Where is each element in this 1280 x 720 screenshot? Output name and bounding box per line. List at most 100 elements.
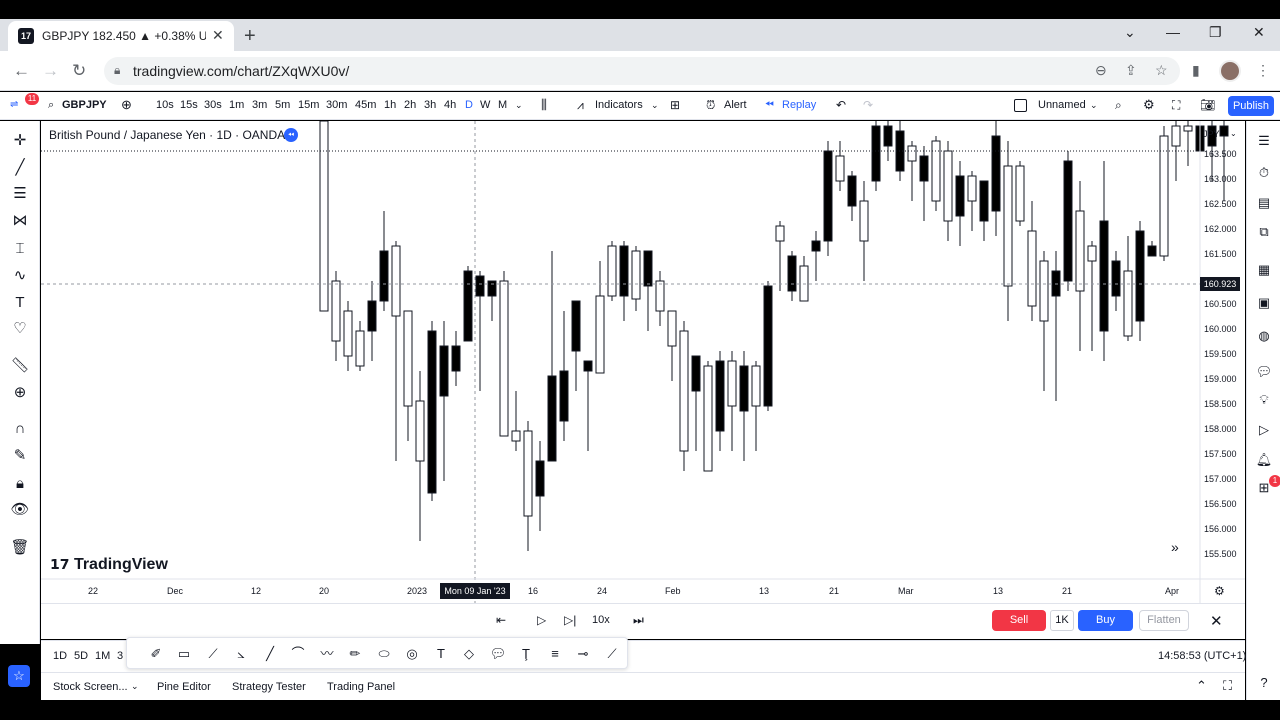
tab-trading-panel[interactable]: Trading Panel bbox=[327, 681, 395, 693]
interval-30m[interactable]: 30m bbox=[326, 99, 347, 111]
scroll-to-realtime-icon[interactable]: » bbox=[1171, 539, 1179, 555]
reload-icon[interactable]: ↻ bbox=[72, 61, 86, 81]
close-replay-icon[interactable]: ✕ bbox=[1210, 612, 1223, 630]
brush-icon[interactable]: ∿ bbox=[10, 266, 30, 286]
range-1d[interactable]: 1D bbox=[53, 650, 67, 662]
indicators-button[interactable]: Indicators bbox=[595, 99, 643, 111]
alert-button[interactable]: Alert bbox=[724, 99, 747, 111]
trend-line-icon[interactable]: ╱ bbox=[10, 158, 30, 178]
select-bar-icon[interactable]: ⇤ bbox=[496, 613, 506, 627]
chart-type-candles-icon[interactable]: ⫼ bbox=[541, 97, 547, 113]
quick-search-icon[interactable]: ⌕ bbox=[1115, 98, 1122, 113]
magnet-icon[interactable]: ∩ bbox=[10, 419, 30, 439]
redo-icon[interactable]: ↷ bbox=[863, 98, 873, 112]
calendar-grid-icon[interactable]: ⊞ bbox=[1255, 479, 1273, 497]
notifications-bell-icon[interactable]: 🔔︎ bbox=[1255, 451, 1273, 469]
ellipse-tool-icon[interactable]: ⬭ bbox=[375, 645, 393, 663]
hotlists-icon[interactable]: ▦ bbox=[1255, 261, 1273, 279]
bookmark-star-icon[interactable]: ☆ bbox=[1155, 62, 1168, 79]
collapse-panel-icon[interactable]: ⌃ bbox=[1196, 678, 1207, 694]
scale-settings-gear-icon[interactable]: ⚙ bbox=[1214, 584, 1225, 598]
replay-speed[interactable]: 10x bbox=[592, 614, 610, 626]
maximize-panel-icon[interactable]: ⛶ bbox=[1223, 678, 1232, 694]
replay-mode-icon[interactable]: ⏪︎ bbox=[284, 128, 298, 142]
tab-pine-editor[interactable]: Pine Editor bbox=[157, 681, 211, 693]
interval-1m[interactable]: 1m bbox=[229, 99, 244, 111]
jump-to-realtime-icon[interactable]: ⏭︎ bbox=[633, 613, 644, 628]
trash-icon[interactable]: 🗑︎ bbox=[10, 538, 30, 558]
candlestick-chart[interactable] bbox=[41, 121, 1245, 603]
user-menu-icon[interactable]: ⇌ bbox=[10, 99, 18, 110]
clock[interactable]: 14:58:53 (UTC+1) bbox=[1158, 650, 1246, 662]
tab-close-icon[interactable]: ✕ bbox=[212, 27, 224, 44]
range-3m[interactable]: 3 bbox=[117, 650, 123, 662]
object-tree-icon[interactable]: ⧉ bbox=[1255, 223, 1273, 241]
stay-drawing-icon[interactable]: ✎ bbox=[10, 446, 30, 466]
text-tool-icon[interactable]: T bbox=[432, 645, 450, 663]
interval-30s[interactable]: 30s bbox=[204, 99, 222, 111]
price-scale[interactable]: 163.500 163.000 162.500 162.000 161.500 160.5… bbox=[1201, 121, 1245, 583]
measure-ruler-icon[interactable]: 📏︎ bbox=[10, 356, 30, 376]
profile-avatar[interactable] bbox=[1219, 60, 1241, 82]
lock-icon[interactable]: 🔒︎ bbox=[114, 63, 120, 78]
play-icon[interactable]: ▷ bbox=[537, 613, 546, 627]
range-1m[interactable]: 1M bbox=[95, 650, 110, 662]
layout-dropdown-icon[interactable]: ⌄ bbox=[1090, 100, 1098, 111]
forward-icon[interactable]: → bbox=[42, 61, 59, 81]
interval-dropdown-icon[interactable]: ⌄ bbox=[515, 100, 523, 111]
interval-3h[interactable]: 3h bbox=[424, 99, 436, 111]
tab-stock-screener[interactable]: Stock Screen... bbox=[53, 681, 128, 693]
symbol-title[interactable]: British Pound / Japanese Yen · 1D · OAND… bbox=[49, 128, 285, 142]
patterns-icon[interactable]: ⋈ bbox=[10, 211, 30, 231]
interval-w[interactable]: W bbox=[480, 99, 490, 111]
browser-tab[interactable]: 17 GBPJPY 182.450 ▲ +0.38% Unna ✕ bbox=[8, 21, 234, 51]
settings-gear-icon[interactable]: ⚙ bbox=[1143, 97, 1155, 113]
fullscreen-icon[interactable]: ⛶ bbox=[1172, 98, 1180, 113]
maximize-icon[interactable]: ❐ bbox=[1209, 24, 1222, 41]
indicators-icon[interactable]: ⩘ bbox=[577, 98, 584, 113]
favorites-star-icon[interactable]: ☆ bbox=[8, 665, 30, 687]
minimize-icon[interactable]: — bbox=[1166, 24, 1180, 40]
replay-button[interactable]: Replay bbox=[782, 99, 816, 111]
interval-10s[interactable]: 10s bbox=[156, 99, 174, 111]
interval-3m[interactable]: 3m bbox=[252, 99, 267, 111]
zigzag-tool-icon[interactable]: 〰 bbox=[318, 645, 336, 663]
ray-tool-icon[interactable]: ╱ bbox=[261, 645, 279, 663]
interval-4h[interactable]: 4h bbox=[444, 99, 456, 111]
snapshot-camera-icon[interactable]: 📷︎ bbox=[1200, 98, 1215, 112]
tab-search-icon[interactable]: ⌄ bbox=[1124, 24, 1136, 41]
extended-line-icon[interactable]: ⟋ bbox=[603, 645, 621, 663]
interval-5m[interactable]: 5m bbox=[275, 99, 290, 111]
hide-drawings-eye-icon[interactable]: 👁︎ bbox=[10, 500, 30, 520]
buy-button[interactable]: Buy bbox=[1078, 610, 1133, 631]
browser-menu-icon[interactable]: ⋮ bbox=[1256, 62, 1270, 79]
crosshair-icon[interactable]: ✛ bbox=[10, 131, 30, 151]
zoom-icon[interactable]: ⊖ bbox=[1095, 62, 1107, 79]
ideas-bulb-icon[interactable]: 💡︎ bbox=[1255, 391, 1273, 409]
prediction-icon[interactable]: ⌶ bbox=[10, 239, 30, 259]
polygon-tool-icon[interactable]: ◇ bbox=[460, 645, 478, 663]
lock-drawings-icon[interactable]: 🔒︎ bbox=[10, 474, 30, 494]
anchored-text-icon[interactable]: Ţ bbox=[517, 645, 535, 663]
icons-heart-icon[interactable]: ♡ bbox=[10, 319, 30, 339]
chat-icon[interactable]: 💬︎ bbox=[1255, 363, 1273, 381]
parallel-lines-icon[interactable]: ≡ bbox=[546, 645, 564, 663]
circle-tool-icon[interactable]: ◎ bbox=[403, 645, 421, 663]
range-5d[interactable]: 5D bbox=[74, 650, 88, 662]
window-close-icon[interactable]: ✕ bbox=[1253, 24, 1265, 41]
watchlist-icon[interactable]: ☰ bbox=[1255, 132, 1273, 150]
interval-d[interactable]: D bbox=[465, 99, 473, 111]
brush-tool-icon[interactable]: ✐ bbox=[147, 645, 165, 663]
arc-tool-icon[interactable]: ⌒ bbox=[289, 645, 307, 663]
back-icon[interactable]: ← bbox=[13, 61, 30, 81]
symbol-search-button[interactable]: GBPJPY bbox=[62, 99, 107, 111]
screener-dropdown-icon[interactable]: ⌄ bbox=[131, 681, 139, 692]
symbol-search-icon[interactable]: ⌕ bbox=[48, 99, 54, 112]
indicators-dropdown-icon[interactable]: ⌄ bbox=[651, 100, 659, 111]
highlighter-tool-icon[interactable]: ✏ bbox=[346, 645, 364, 663]
tab-strategy-tester[interactable]: Strategy Tester bbox=[232, 681, 306, 693]
templates-icon[interactable]: ⊞ bbox=[670, 98, 680, 112]
replay-icon[interactable]: ⏪︎ bbox=[765, 99, 774, 112]
line-tool-icon[interactable]: ⟋ bbox=[204, 645, 222, 663]
text-tool-icon[interactable]: T bbox=[10, 293, 30, 313]
